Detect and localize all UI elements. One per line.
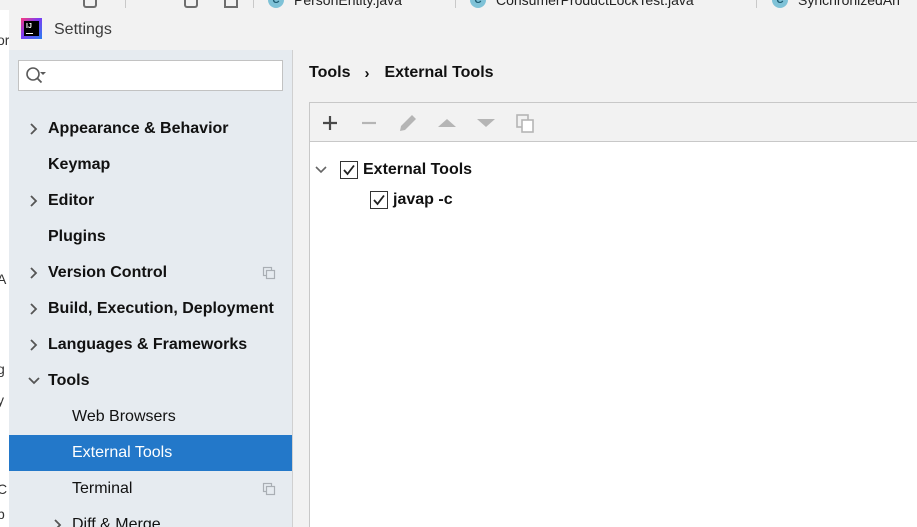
chevron-down-icon[interactable]	[27, 374, 41, 388]
sidebar-item-appearance-behavior[interactable]: Appearance & Behavior	[9, 111, 292, 147]
search-icon[interactable]	[25, 65, 47, 87]
sidebar-item-web-browsers[interactable]: Web Browsers	[9, 399, 292, 435]
background-separator	[125, 0, 126, 8]
java-class-icon: C	[470, 0, 486, 8]
checkbox[interactable]	[340, 161, 358, 179]
background-toolbar-icon	[184, 0, 198, 8]
background-separator	[455, 0, 456, 8]
background-tab-label: SynchronizedAn	[798, 0, 900, 8]
sidebar-item-keymap[interactable]: Keymap	[9, 147, 292, 183]
background-editor-tabs: C PersonEntity.java C ConsumerProductLoc…	[0, 0, 917, 10]
tree-item-label: javap -c	[393, 191, 453, 208]
remove-button[interactable]	[358, 112, 380, 134]
checkmark-icon	[373, 194, 385, 206]
window-title: Settings	[54, 21, 112, 38]
background-text: or	[0, 32, 9, 48]
breadcrumb-separator: ›	[364, 64, 370, 82]
external-tools-panel: External Tools javap -c	[309, 102, 917, 527]
add-icon	[323, 116, 337, 130]
background-text: C	[0, 481, 8, 497]
sidebar-item-label: Version Control	[48, 264, 168, 281]
move-down-button[interactable]	[475, 112, 497, 134]
move-down-icon	[477, 119, 495, 127]
tools-toolbar	[310, 103, 917, 142]
background-tab[interactable]: C PersonEntity.java	[268, 0, 402, 9]
chevron-right-icon[interactable]	[51, 518, 65, 527]
search-input[interactable]	[53, 64, 275, 87]
sidebar-item-label: Appearance & Behavior	[48, 120, 229, 137]
background-tab-label: PersonEntity.java	[294, 0, 402, 8]
tree-group-label: External Tools	[363, 161, 473, 178]
sidebar-item-label: Keymap	[48, 156, 111, 173]
copy-icon	[516, 114, 534, 133]
background-text: y	[0, 392, 4, 408]
breadcrumb-parent[interactable]: Tools	[309, 64, 350, 82]
breadcrumb: Tools › External Tools	[309, 63, 494, 83]
chevron-right-icon[interactable]	[27, 194, 41, 208]
sidebar-item-label: Editor	[48, 192, 95, 209]
background-separator	[253, 0, 254, 8]
add-button[interactable]	[319, 112, 341, 134]
java-class-icon: C	[268, 0, 284, 8]
sidebar-item-plugins[interactable]: Plugins	[9, 219, 292, 255]
background-text: p	[0, 506, 5, 522]
sidebar-item-diff-merge[interactable]: Diff & Merge	[9, 507, 292, 527]
background-tab[interactable]: C ConsumerProductLockTest.java	[470, 0, 694, 9]
sidebar-splitter[interactable]	[292, 50, 293, 527]
tree-item-javap[interactable]: javap -c	[370, 187, 453, 213]
java-class-icon: C	[772, 0, 788, 8]
chevron-right-icon[interactable]	[27, 302, 41, 316]
edit-button[interactable]	[397, 112, 419, 134]
sidebar-item-label: Tools	[48, 372, 90, 389]
remove-icon	[362, 121, 376, 125]
sidebar-item-build-execution-deployment[interactable]: Build, Execution, Deployment	[9, 291, 292, 327]
breadcrumb-current: External Tools	[384, 64, 494, 81]
logo-text: IJ	[24, 21, 39, 36]
sidebar-item-external-tools[interactable]: External Tools	[9, 435, 292, 471]
dialog-titlebar[interactable]: IJ Settings	[9, 10, 917, 50]
background-tab-label: ConsumerProductLockTest.java	[496, 0, 694, 8]
project-settings-icon	[262, 482, 276, 496]
background-separator	[756, 0, 757, 8]
background-toolbar-icon	[224, 0, 238, 8]
checkbox[interactable]	[370, 191, 388, 209]
settings-dialog: IJ Settings Appearance & Behavior Keymap…	[9, 10, 917, 527]
sidebar-item-label: Diff & Merge	[72, 516, 161, 527]
project-settings-icon	[262, 266, 276, 280]
background-text: A	[0, 271, 7, 287]
background-editor-strip: or A g y C p	[0, 10, 9, 527]
search-box[interactable]	[18, 60, 283, 91]
sidebar-item-version-control[interactable]: Version Control	[9, 255, 292, 291]
copy-button[interactable]	[514, 112, 536, 134]
tree-group-external-tools[interactable]: External Tools	[314, 157, 472, 183]
sidebar-item-label: Web Browsers	[72, 408, 176, 425]
chevron-right-icon[interactable]	[27, 338, 41, 352]
sidebar-item-label: Build, Execution, Deployment	[48, 300, 274, 317]
move-up-button[interactable]	[436, 112, 458, 134]
edit-icon	[400, 115, 416, 131]
checkmark-icon	[343, 164, 355, 176]
sidebar-item-tools[interactable]: Tools	[9, 363, 292, 399]
sidebar-item-terminal[interactable]: Terminal	[9, 471, 292, 507]
background-text: g	[0, 361, 5, 377]
move-up-icon	[438, 119, 456, 127]
chevron-right-icon[interactable]	[27, 266, 41, 280]
sidebar-item-label: Plugins	[48, 228, 106, 245]
sidebar-item-editor[interactable]: Editor	[9, 183, 292, 219]
chevron-down-icon[interactable]	[314, 163, 328, 177]
settings-sidebar: Appearance & Behavior Keymap Editor Plug…	[9, 50, 292, 527]
intellij-logo-icon: IJ	[21, 18, 42, 39]
background-tab[interactable]: C SynchronizedAn	[772, 0, 900, 9]
background-toolbar-icon	[83, 0, 97, 8]
sidebar-item-languages-frameworks[interactable]: Languages & Frameworks	[9, 327, 292, 363]
sidebar-item-label: Terminal	[72, 480, 133, 497]
sidebar-item-label: External Tools	[72, 444, 173, 461]
chevron-right-icon[interactable]	[27, 122, 41, 136]
sidebar-item-label: Languages & Frameworks	[48, 336, 248, 353]
